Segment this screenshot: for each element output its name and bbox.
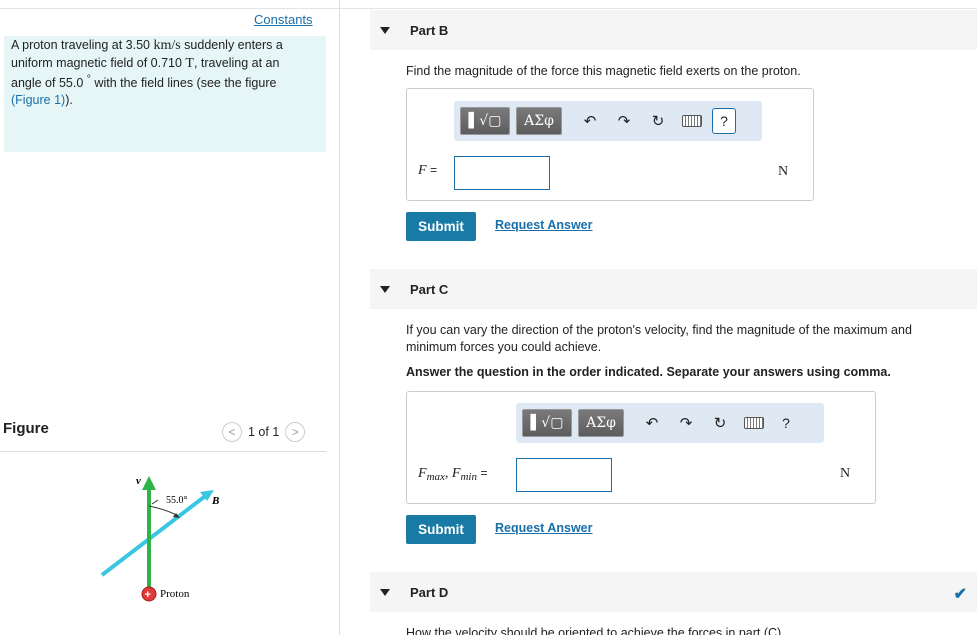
angle-arc — [148, 505, 179, 517]
part-c-math-toolbar: ▌√▢ ΑΣφ ↶ ↷ ↻ ? — [516, 403, 824, 443]
page: Constants A proton traveling at 3.50 km/… — [0, 0, 977, 635]
part-c-question: If you can vary the direction of the pro… — [406, 323, 912, 354]
var-f-max: F — [418, 466, 427, 481]
problem-text-4: with the field lines (see the figure — [90, 76, 277, 91]
problem-statement: A proton traveling at 3.50 km/s suddenly… — [11, 37, 311, 108]
undo-icon[interactable]: ↶ — [638, 409, 666, 437]
part-c-header[interactable]: Part C — [370, 269, 977, 309]
comma: , — [444, 466, 452, 481]
pager-count: 1 of 1 — [248, 425, 280, 439]
part-c-unit: N — [840, 466, 851, 481]
part-b-request-answer-link[interactable]: Request Answer — [495, 218, 592, 232]
sub-min: min — [460, 471, 477, 483]
part-b-question: Find the magnitude of the force this mag… — [406, 64, 801, 78]
velocity-label: v⃗ — [136, 475, 149, 487]
figure-link[interactable]: (Figure 1) — [11, 93, 65, 107]
keyboard-icon[interactable] — [678, 107, 706, 135]
greek-symbols-button[interactable]: ΑΣφ — [516, 107, 562, 135]
prev-figure-button[interactable]: < — [222, 422, 242, 442]
field-line-b — [100, 492, 210, 577]
part-c-title: Part C — [410, 281, 449, 297]
part-b-variable-label: F = — [418, 163, 437, 179]
caret-down-icon — [380, 285, 390, 293]
constants-link[interactable]: Constants — [254, 12, 313, 27]
help-button[interactable]: ? — [774, 410, 798, 436]
field-unit: T — [185, 55, 194, 71]
figure-divider — [0, 451, 326, 452]
part-d-title: Part D — [410, 584, 449, 600]
reset-icon[interactable]: ↻ — [706, 409, 734, 437]
part-b-math-toolbar: ▌√▢ ΑΣφ ↶ ↷ ↻ ? — [454, 101, 762, 141]
checkmark-icon: ✔ — [953, 586, 967, 603]
left-panel: Constants A proton traveling at 3.50 km/… — [0, 0, 340, 635]
equals-sign: = — [480, 466, 488, 480]
part-c-variable-label: Fmax, Fmin = — [418, 466, 487, 483]
caret-down-icon — [380, 588, 390, 596]
sub-max: max — [426, 471, 445, 483]
proton-sign: + — [145, 589, 151, 601]
equals-sign: = — [430, 163, 438, 177]
part-c-instruction: Answer the question in the order indicat… — [406, 365, 891, 379]
part-c-submit-button[interactable]: Submit — [406, 515, 476, 544]
proton-field-figure: v⃗ 55.0° B⃗ + Proton — [100, 475, 228, 602]
help-button[interactable]: ? — [712, 108, 736, 134]
figure-heading: Figure — [3, 420, 49, 437]
problem-text-5: ). — [65, 92, 73, 107]
part-b-title: Part B — [410, 22, 449, 38]
part-b-header[interactable]: Part B — [370, 10, 977, 50]
proton-label: Proton — [160, 588, 190, 600]
part-c-answer-input[interactable] — [516, 458, 612, 492]
undo-icon[interactable]: ↶ — [576, 107, 604, 135]
redo-icon[interactable]: ↷ — [610, 107, 638, 135]
part-d-header[interactable]: Part D ✔ — [370, 572, 977, 612]
part-b-submit-button[interactable]: Submit — [406, 212, 476, 241]
angle-label: 55.0° — [166, 495, 188, 506]
part-b-answer-input[interactable] — [454, 156, 550, 190]
angle-label-pointer — [151, 499, 159, 505]
field-label: B⃗ — [211, 495, 228, 507]
greek-symbols-button[interactable]: ΑΣφ — [578, 409, 624, 437]
caret-down-icon — [380, 26, 390, 34]
reset-icon[interactable]: ↻ — [644, 107, 672, 135]
redo-icon[interactable]: ↷ — [672, 409, 700, 437]
var-f: F — [418, 163, 427, 178]
part-b-unit: N — [778, 164, 789, 179]
figure-pager: < 1 of 1 > — [222, 422, 306, 442]
templates-button[interactable]: ▌√▢ — [522, 409, 572, 437]
part-d-question: How the velocity should be oriented to a… — [406, 626, 782, 635]
velocity-unit: km/s — [153, 38, 181, 53]
keyboard-icon[interactable] — [740, 409, 768, 437]
problem-text-1: A proton traveling at 3.50 — [11, 38, 154, 52]
next-figure-button[interactable]: > — [285, 422, 306, 442]
part-c-request-answer-link[interactable]: Request Answer — [495, 521, 592, 535]
templates-button[interactable]: ▌√▢ — [460, 107, 510, 135]
